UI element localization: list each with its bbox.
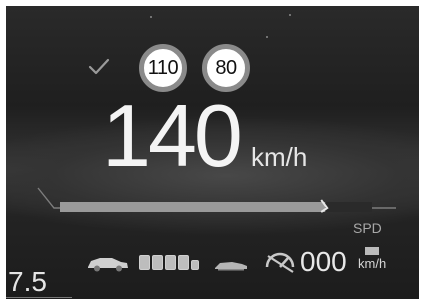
odometer-underline: [6, 297, 72, 298]
check-icon: [88, 58, 110, 75]
cruise-unit-group: km/h: [358, 247, 386, 270]
distance-bar: [152, 255, 163, 270]
distance-bar: [139, 255, 150, 270]
speed-bar: [37, 187, 396, 213]
distance-bar: [165, 255, 176, 270]
speed-unit-label: km/h: [251, 142, 308, 172]
spd-label: SPD: [353, 220, 382, 236]
background-dot: [150, 16, 152, 18]
following-distance-bars: [139, 255, 199, 270]
unit-indicator-icon: [365, 247, 380, 255]
speed-limit-sign-secondary: 80: [202, 44, 250, 92]
cruise-set-speed: 000: [300, 246, 347, 277]
own-car-icon: [215, 262, 247, 271]
cruise-control-icon: [265, 252, 295, 273]
speed-limit-sign: 110: [139, 44, 187, 92]
head-up-display: 110 80 140 km/h SPD 000 km/h 7.5: [6, 6, 419, 299]
distance-bar: [178, 255, 189, 270]
background-dot: [289, 14, 291, 16]
lead-car-icon: [88, 258, 128, 272]
speed-bar-fill: [60, 202, 326, 212]
distance-bar: [191, 260, 199, 270]
current-speed-value: 140: [102, 86, 243, 185]
cruise-unit-label: km/h: [358, 256, 387, 271]
odometer-value: 7.5: [8, 266, 47, 297]
background-dot: [266, 36, 268, 38]
